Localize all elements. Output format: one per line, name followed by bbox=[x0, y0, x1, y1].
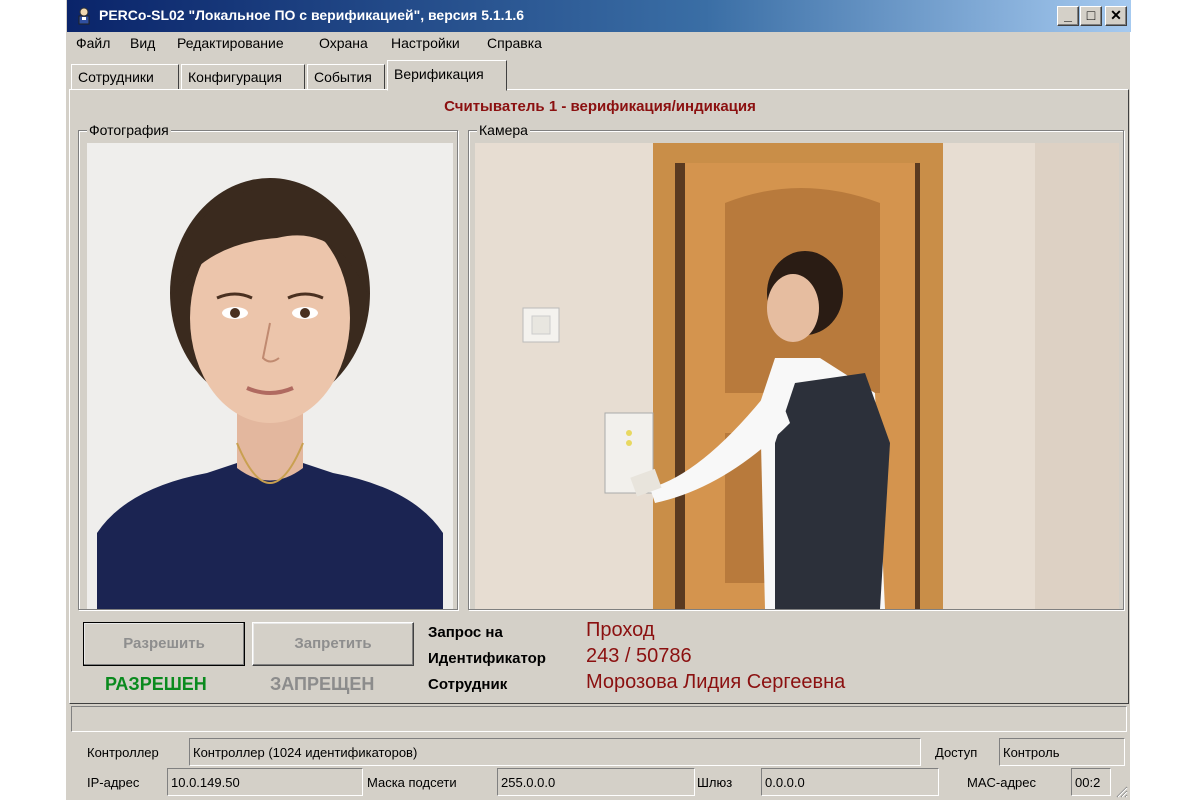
maximize-icon: □ bbox=[1086, 7, 1096, 23]
camera-group-label: Камера bbox=[477, 122, 530, 138]
status-allowed: РАЗРЕШЕН bbox=[105, 674, 207, 694]
mac-label: MAC-адрес bbox=[967, 775, 1036, 790]
minimize-button[interactable]: _ bbox=[1057, 6, 1079, 26]
tab-configuration[interactable]: Конфигурация bbox=[181, 64, 305, 90]
menu-edit[interactable]: Редактирование bbox=[177, 35, 284, 51]
maximize-button[interactable]: □ bbox=[1080, 6, 1102, 26]
camera-group: Камера bbox=[468, 122, 1124, 610]
controller-field: Контроллер (1024 идентификаторов) bbox=[189, 738, 921, 766]
reader-title: Считыватель 1 - верификация/индикация bbox=[444, 98, 756, 115]
close-icon: ✕ bbox=[1110, 7, 1122, 23]
access-field: Контроль bbox=[999, 738, 1125, 766]
photo-group-label: Фотография bbox=[87, 122, 171, 138]
allow-button[interactable]: Разрешить bbox=[83, 622, 245, 666]
resize-grip-icon[interactable] bbox=[1114, 784, 1128, 798]
tab-employees[interactable]: Сотрудники bbox=[71, 64, 179, 90]
menu-bar: Файл Вид Редактирование Охрана Настройки… bbox=[67, 32, 1131, 56]
gateway-label: Шлюз bbox=[697, 775, 733, 790]
ip-label: IP-адрес bbox=[87, 775, 140, 790]
employee-photo bbox=[87, 143, 453, 609]
app-person-icon bbox=[78, 7, 90, 25]
mask-label: Маска подсети bbox=[367, 775, 457, 790]
window-title: PERCo-SL02 "Локальное ПО с верификацией"… bbox=[99, 7, 525, 23]
tab-strip: Сотрудники Конфигурация События Верифика… bbox=[71, 60, 1127, 91]
deny-button[interactable]: Запретить bbox=[252, 622, 414, 666]
gateway-field: 0.0.0.0 bbox=[761, 768, 939, 796]
camera-view bbox=[475, 143, 1119, 609]
title-bar[interactable]: PERCo-SL02 "Локальное ПО с верификацией"… bbox=[67, 0, 1131, 32]
message-bar bbox=[71, 706, 1127, 732]
ip-field: 10.0.149.50 bbox=[167, 768, 363, 796]
status-denied: ЗАПРЕЩЕН bbox=[270, 674, 375, 694]
mac-field: 00:2 bbox=[1071, 768, 1111, 796]
request-label: Запрос на bbox=[428, 624, 503, 641]
mask-field: 255.0.0.0 bbox=[497, 768, 695, 796]
request-value: Проход bbox=[586, 619, 655, 641]
menu-help[interactable]: Справка bbox=[487, 35, 542, 51]
tab-verification[interactable]: Верификация bbox=[387, 60, 507, 91]
menu-settings[interactable]: Настройки bbox=[391, 35, 460, 51]
identifier-label: Идентификатор bbox=[428, 650, 546, 667]
verification-panel: Считыватель 1 - верификация/индикация Фо… bbox=[69, 89, 1129, 704]
photo-group: Фотография bbox=[78, 122, 458, 610]
employee-label: Сотрудник bbox=[428, 676, 508, 693]
controller-label: Контроллер bbox=[87, 745, 159, 760]
identifier-value: 243 / 50786 bbox=[586, 645, 692, 667]
menu-security[interactable]: Охрана bbox=[319, 35, 368, 51]
menu-file[interactable]: Файл bbox=[76, 35, 110, 51]
tab-events[interactable]: События bbox=[307, 64, 385, 90]
employee-value: Морозова Лидия Сергеевна bbox=[586, 671, 846, 693]
app-window: PERCo-SL02 "Локальное ПО с верификацией"… bbox=[66, 0, 1131, 800]
minimize-icon: _ bbox=[1064, 7, 1072, 23]
close-button[interactable]: ✕ bbox=[1105, 6, 1127, 26]
menu-view[interactable]: Вид bbox=[130, 35, 155, 51]
access-label: Доступ bbox=[935, 745, 978, 760]
